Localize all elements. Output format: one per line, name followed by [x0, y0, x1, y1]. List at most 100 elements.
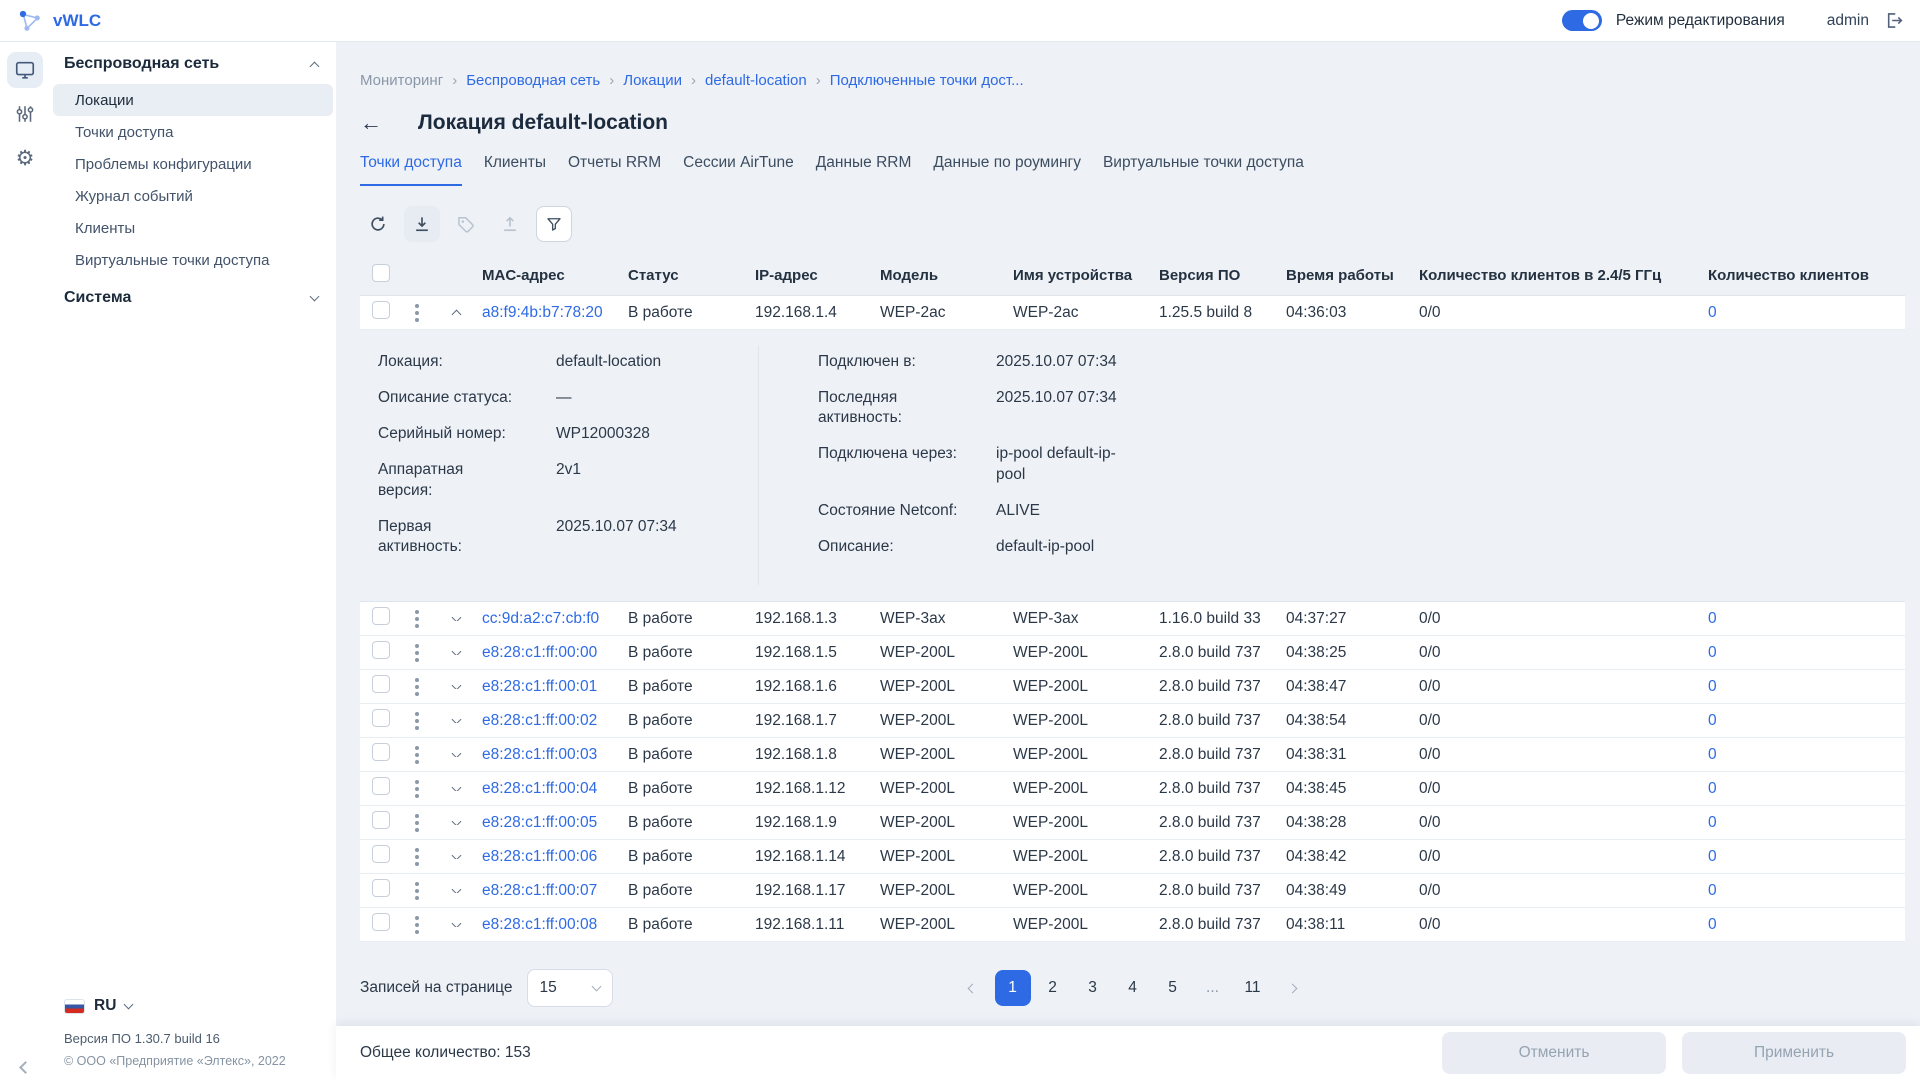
sidebar-section-wireless[interactable]: Беспроводная сеть: [50, 42, 336, 84]
tab[interactable]: Данные RRM: [816, 154, 912, 186]
row-checkbox[interactable]: [372, 709, 390, 727]
sidebar-item[interactable]: Клиенты: [53, 212, 333, 244]
sidebar-item[interactable]: Проблемы конфигурации: [53, 148, 333, 180]
kebab-menu-icon[interactable]: [411, 912, 423, 938]
user-name[interactable]: admin: [1827, 12, 1869, 30]
upload-button[interactable]: [492, 206, 528, 242]
page-button[interactable]: 3: [1075, 970, 1111, 1006]
tab[interactable]: Виртуальные точки доступа: [1103, 154, 1304, 186]
row-expand-icon[interactable]: [451, 310, 461, 318]
sidebar-section-system[interactable]: Система: [50, 276, 336, 318]
logout-icon[interactable]: [1883, 10, 1904, 31]
page-button[interactable]: 1: [995, 970, 1031, 1006]
rail-monitoring-button[interactable]: [7, 52, 43, 88]
row-expand-icon[interactable]: [451, 889, 461, 893]
rail-tune-button[interactable]: [7, 96, 43, 132]
sidebar-item[interactable]: Локации: [53, 84, 333, 116]
tab[interactable]: Точки доступа: [360, 154, 462, 186]
kebab-menu-icon[interactable]: [411, 300, 423, 326]
page-button[interactable]: 4: [1115, 970, 1151, 1006]
sidebar-item[interactable]: Виртуальные точки доступа: [53, 244, 333, 276]
clients-cell[interactable]: 0: [1708, 780, 1896, 798]
row-checkbox[interactable]: [372, 607, 390, 625]
mac-cell[interactable]: e8:28:c1:ff:00:06: [482, 848, 628, 866]
kebab-menu-icon[interactable]: [411, 878, 423, 904]
mac-cell[interactable]: e8:28:c1:ff:00:01: [482, 678, 628, 696]
clients-cell[interactable]: 0: [1708, 882, 1896, 900]
clients-cell[interactable]: 0: [1708, 678, 1896, 696]
tab[interactable]: Клиенты: [484, 154, 546, 186]
per-page-select[interactable]: 15: [527, 969, 613, 1007]
kebab-menu-icon[interactable]: [411, 844, 423, 870]
page-button[interactable]: 11: [1235, 970, 1271, 1006]
mac-cell[interactable]: e8:28:c1:ff:00:00: [482, 644, 628, 662]
row-expand-icon[interactable]: [451, 617, 461, 621]
tab[interactable]: Данные по роумингу: [933, 154, 1081, 186]
language-selector[interactable]: RU: [64, 997, 336, 1015]
clients-cell[interactable]: 0: [1708, 610, 1896, 628]
clients-cell[interactable]: 0: [1708, 644, 1896, 662]
edit-mode-toggle[interactable]: [1562, 10, 1602, 31]
mac-cell[interactable]: e8:28:c1:ff:00:03: [482, 746, 628, 764]
row-checkbox[interactable]: [372, 264, 390, 282]
breadcrumb-item[interactable]: Локации: [623, 72, 682, 89]
row-expand-icon[interactable]: [451, 685, 461, 689]
kebab-menu-icon[interactable]: [411, 640, 423, 666]
cancel-button[interactable]: Отменить: [1442, 1032, 1666, 1074]
apply-button[interactable]: Применить: [1682, 1032, 1906, 1074]
row-expand-icon[interactable]: [451, 821, 461, 825]
mac-cell[interactable]: e8:28:c1:ff:00:07: [482, 882, 628, 900]
clients-cell[interactable]: 0: [1708, 814, 1896, 832]
row-checkbox[interactable]: [372, 811, 390, 829]
clients-cell[interactable]: 0: [1708, 712, 1896, 730]
tab[interactable]: Отчеты RRM: [568, 154, 661, 186]
filter-button[interactable]: [536, 206, 572, 242]
refresh-button[interactable]: [360, 206, 396, 242]
page-next-icon[interactable]: [1275, 970, 1311, 1006]
mac-cell[interactable]: e8:28:c1:ff:00:02: [482, 712, 628, 730]
kebab-menu-icon[interactable]: [411, 674, 423, 700]
row-checkbox[interactable]: [372, 845, 390, 863]
breadcrumb-item[interactable]: Подключенные точки дост...: [830, 72, 1024, 89]
mac-cell[interactable]: e8:28:c1:ff:00:04: [482, 780, 628, 798]
back-button[interactable]: ←: [360, 112, 382, 134]
sidebar-item[interactable]: Точки доступа: [53, 116, 333, 148]
breadcrumb-item[interactable]: default-location: [705, 72, 807, 89]
kebab-menu-icon[interactable]: [411, 708, 423, 734]
row-checkbox[interactable]: [372, 675, 390, 693]
clients-cell[interactable]: 0: [1708, 916, 1896, 934]
clients-cell[interactable]: 0: [1708, 848, 1896, 866]
app-logo[interactable]: vWLC: [16, 7, 101, 35]
row-expand-icon[interactable]: [451, 753, 461, 757]
tab[interactable]: Сессии AirTune: [683, 154, 794, 186]
mac-cell[interactable]: a8:f9:4b:b7:78:20: [482, 304, 628, 322]
tag-button[interactable]: [448, 206, 484, 242]
breadcrumb-item[interactable]: Беспроводная сеть: [466, 72, 600, 89]
row-expand-icon[interactable]: [451, 719, 461, 723]
kebab-menu-icon[interactable]: [411, 810, 423, 836]
row-checkbox[interactable]: [372, 777, 390, 795]
mac-cell[interactable]: e8:28:c1:ff:00:05: [482, 814, 628, 832]
row-checkbox[interactable]: [372, 641, 390, 659]
row-expand-icon[interactable]: [451, 855, 461, 859]
page-button[interactable]: 5: [1155, 970, 1191, 1006]
row-checkbox[interactable]: [372, 879, 390, 897]
mac-cell[interactable]: e8:28:c1:ff:00:08: [482, 916, 628, 934]
kebab-menu-icon[interactable]: [411, 776, 423, 802]
clients-cell[interactable]: 0: [1708, 304, 1896, 322]
kebab-menu-icon[interactable]: [411, 742, 423, 768]
page-button[interactable]: 2: [1035, 970, 1071, 1006]
row-expand-icon[interactable]: [451, 787, 461, 791]
row-checkbox[interactable]: [372, 301, 390, 319]
row-checkbox[interactable]: [372, 913, 390, 931]
row-checkbox[interactable]: [372, 743, 390, 761]
row-expand-icon[interactable]: [451, 651, 461, 655]
mac-cell[interactable]: cc:9d:a2:c7:cb:f0: [482, 610, 628, 628]
download-button[interactable]: [404, 206, 440, 242]
row-expand-icon[interactable]: [451, 923, 461, 927]
rail-settings-button[interactable]: ⚙: [7, 140, 43, 176]
sidebar-item[interactable]: Журнал событий: [53, 180, 333, 212]
clients-cell[interactable]: 0: [1708, 746, 1896, 764]
sidebar-collapse-button[interactable]: [0, 1063, 50, 1072]
kebab-menu-icon[interactable]: [411, 606, 423, 632]
